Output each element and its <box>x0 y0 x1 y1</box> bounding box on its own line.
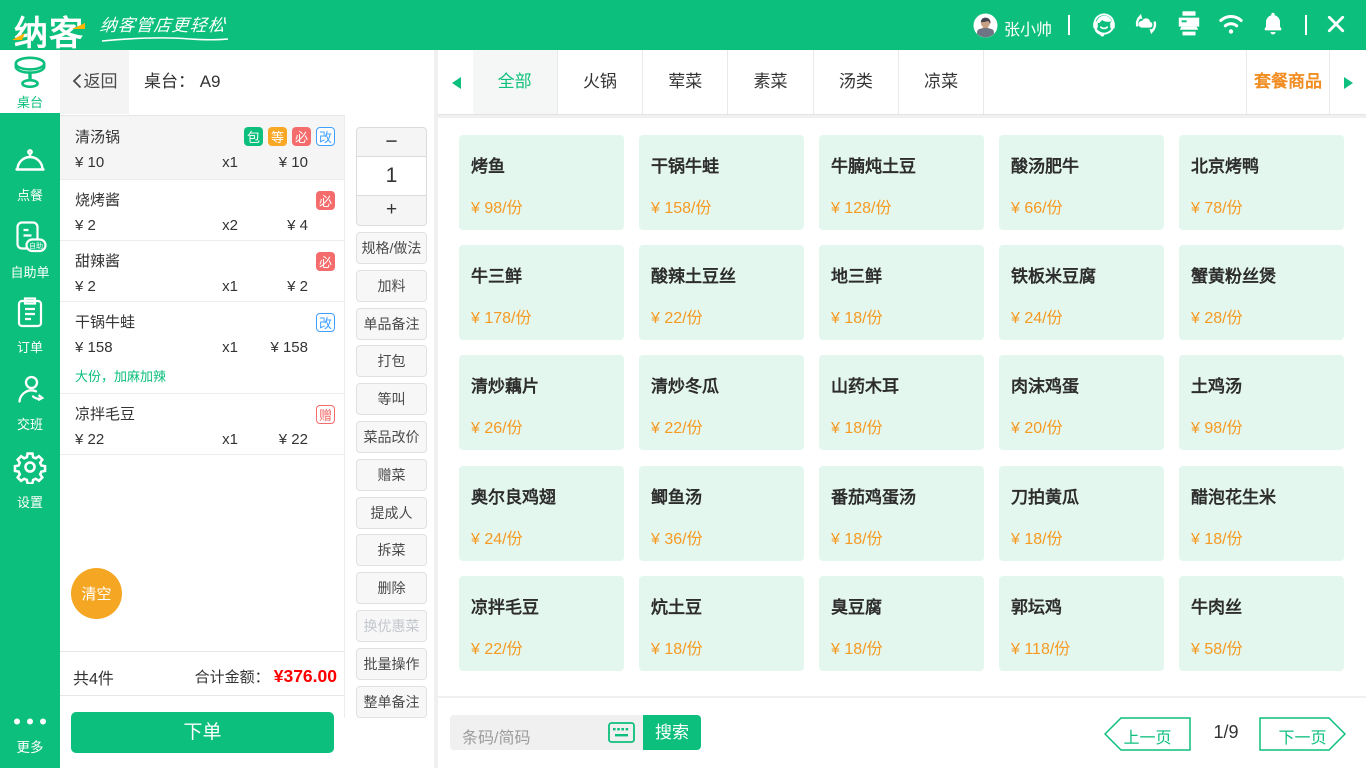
svg-text:自助: 自助 <box>29 241 43 250</box>
